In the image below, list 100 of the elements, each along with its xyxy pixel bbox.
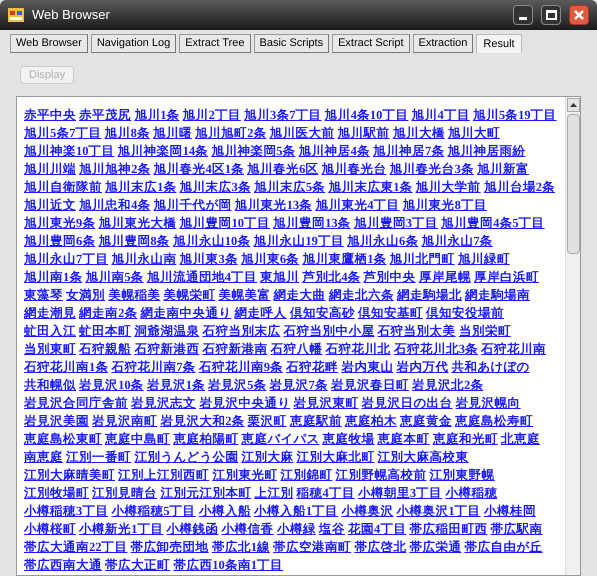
link[interactable]: 岩見沢南町 <box>92 414 158 428</box>
link[interactable]: 江別牧場町 <box>24 486 89 500</box>
link[interactable]: 網走南中央通り <box>140 306 232 320</box>
link[interactable]: 虻田本町 <box>79 324 132 338</box>
link[interactable]: 恵庭本町 <box>378 432 430 446</box>
link[interactable]: 旭川4丁目 <box>412 108 470 122</box>
link[interactable]: 小樽銭函 <box>166 522 218 536</box>
link[interactable]: 旭川2丁目 <box>182 108 241 122</box>
link[interactable]: 倶知安高砂 <box>290 306 355 320</box>
link[interactable]: 当別東町 <box>24 342 76 356</box>
link[interactable]: 栗沢町 <box>248 414 287 428</box>
link[interactable]: 江別大麻 <box>241 450 294 464</box>
tab[interactable]: Extraction <box>412 34 474 53</box>
link[interactable]: 恵庭駅前 <box>290 414 342 428</box>
link[interactable]: 旭川神居雨紛 <box>447 144 526 158</box>
link[interactable]: 恵庭中島町 <box>105 432 170 446</box>
link[interactable]: 美幌栄町 <box>163 288 216 302</box>
link[interactable]: 石狩花川南 <box>481 342 546 356</box>
link[interactable]: 旭川末広5条 <box>254 180 326 194</box>
link[interactable]: 旭川末広1条 <box>105 180 176 194</box>
link[interactable]: 花園4丁目 <box>348 522 406 536</box>
tab[interactable]: Navigation Log <box>90 34 176 53</box>
link[interactable]: 旭川永山6条 <box>347 234 418 248</box>
link[interactable]: 旭川近文 <box>24 198 76 212</box>
link[interactable]: 旭川千代が岡 <box>154 198 232 212</box>
link[interactable]: 小樽入船1丁目 <box>254 504 338 518</box>
link[interactable]: 網走駒場南 <box>465 288 530 302</box>
link[interactable]: 小樽桜町 <box>24 522 76 536</box>
link[interactable]: 岩見沢5条 <box>208 378 266 392</box>
tab[interactable]: Extract Script <box>332 34 410 53</box>
link[interactable]: 旭川東鷹栖1条 <box>302 252 386 266</box>
link[interactable]: 石狩当別末広 <box>202 324 280 338</box>
link[interactable]: 芦別中央 <box>364 270 416 284</box>
link[interactable]: 共和あけぼの <box>452 360 530 374</box>
link[interactable]: 石狩新港西 <box>134 342 200 356</box>
link[interactable]: 旭川永山7条 <box>421 234 493 248</box>
link[interactable]: 旭川旭町2条 <box>195 126 266 140</box>
link[interactable]: 旭川曙 <box>153 126 192 140</box>
link[interactable]: 旭川豊岡8条 <box>98 234 170 248</box>
link[interactable]: 江別上江別西町 <box>118 468 210 482</box>
link[interactable]: 小樽朝里3丁目 <box>358 486 442 500</box>
link[interactable]: 女満別 <box>66 288 106 302</box>
link[interactable]: 岩見沢志文 <box>131 396 196 410</box>
link[interactable]: 江別大麻高校東 <box>378 450 469 464</box>
link[interactable]: 江別うんどう公園 <box>134 450 238 464</box>
link[interactable]: 旭川大町 <box>448 126 500 140</box>
link[interactable]: 岩見沢7条 <box>270 378 328 392</box>
link[interactable]: 網走南2条 <box>79 306 138 320</box>
link[interactable]: 当別栄町 <box>458 324 511 338</box>
link[interactable]: 旭川東光9条 <box>24 216 96 230</box>
link[interactable]: 旭川永山南 <box>111 252 176 266</box>
link[interactable]: 旭川春光台3条 <box>390 162 474 176</box>
link[interactable]: 旭川3条7丁目 <box>244 108 322 122</box>
link[interactable]: 石狩親船 <box>79 342 132 356</box>
link[interactable]: 帯広北1線 <box>212 540 270 554</box>
link[interactable]: 小樽稲穂 <box>445 486 498 500</box>
link[interactable]: 旭川東光8丁目 <box>402 198 487 212</box>
link[interactable]: 旭川永山10条 <box>172 234 250 248</box>
link[interactable]: 網走駒場北 <box>396 288 462 302</box>
link[interactable]: 恵庭島松寿町 <box>455 414 534 428</box>
link[interactable]: 赤平茂尻 <box>79 108 132 122</box>
link[interactable]: 旭川4条10丁目 <box>324 108 408 122</box>
link[interactable]: 旭川5条19丁目 <box>472 108 557 122</box>
link[interactable]: 江別大麻晴美町 <box>24 468 115 482</box>
link[interactable]: 石狩花川北 <box>326 342 391 356</box>
link[interactable]: 旭川春光4区1条 <box>154 162 244 176</box>
link[interactable]: 石狩花川南9条 <box>198 360 283 374</box>
link[interactable]: 網走大曲 <box>274 288 326 302</box>
link[interactable]: 旭川末広3条 <box>180 180 251 194</box>
link[interactable]: 旭川神居7条 <box>373 144 444 158</box>
link[interactable]: 旭川南5条 <box>85 270 144 284</box>
close-button[interactable] <box>569 5 589 25</box>
link[interactable]: 旭川永山19丁目 <box>253 234 344 248</box>
link[interactable]: 美幌稲美 <box>108 288 160 302</box>
link[interactable]: 東旭川 <box>260 270 300 284</box>
link[interactable]: 江別錦町 <box>280 468 332 482</box>
link[interactable]: 石狩当別中小屋 <box>284 324 374 338</box>
link[interactable]: 旭川東3条 <box>180 252 238 266</box>
link[interactable]: 恵庭柏陽町 <box>173 432 238 446</box>
link[interactable]: 旭川新富 <box>477 162 529 176</box>
link[interactable]: 上江別 <box>254 486 294 500</box>
link[interactable]: 岩見沢北2条 <box>412 378 484 392</box>
link[interactable]: 稲穂4丁目 <box>296 486 355 500</box>
link[interactable]: 旭川永山7丁目 <box>24 252 108 266</box>
link[interactable]: 帯広卸売団地 <box>130 540 209 554</box>
link[interactable]: 小樽信香 <box>222 522 274 536</box>
link[interactable]: 江別見晴台 <box>92 486 158 500</box>
maximize-button[interactable] <box>541 5 561 25</box>
link[interactable]: 岩見沢中央通り <box>199 396 290 410</box>
link[interactable]: 帯広稲田町西 <box>409 522 488 536</box>
tab[interactable]: Extract Tree <box>179 34 251 53</box>
link[interactable]: 小樽奥沢 <box>341 504 394 518</box>
link[interactable]: 旭川東光4丁目 <box>315 198 400 212</box>
link[interactable]: 江別野幌高校前 <box>336 468 426 482</box>
link[interactable]: 旭川駅前 <box>338 126 390 140</box>
link[interactable]: 石狩花畔 <box>286 360 338 374</box>
link[interactable]: 旭川旭神2条 <box>79 162 150 176</box>
link[interactable]: 共和幌似 <box>24 378 76 392</box>
link[interactable]: 厚岸白浜町 <box>474 270 539 284</box>
link[interactable]: 旭川東光13条 <box>234 198 312 212</box>
